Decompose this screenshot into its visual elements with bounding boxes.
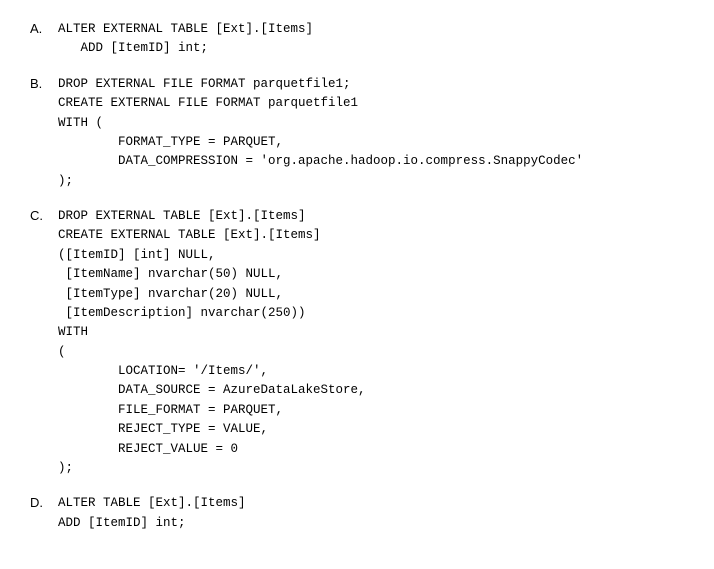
- code-line: DROP EXTERNAL FILE FORMAT parquetfile1;: [58, 75, 684, 94]
- code-line: (: [58, 343, 684, 362]
- code-line: LOCATION= '/Items/',: [58, 362, 684, 381]
- code-line: [ItemDescription] nvarchar(250)): [58, 304, 684, 323]
- code-line: ADD [ItemID] int;: [58, 39, 684, 58]
- option-letter-0: A.: [30, 20, 58, 36]
- code-line: );: [58, 459, 684, 478]
- code-line: REJECT_TYPE = VALUE,: [58, 420, 684, 439]
- code-line: WITH (: [58, 114, 684, 133]
- option-block-b: B.DROP EXTERNAL FILE FORMAT parquetfile1…: [30, 75, 684, 191]
- code-line: CREATE EXTERNAL FILE FORMAT parquetfile1: [58, 94, 684, 113]
- option-block-c: C.DROP EXTERNAL TABLE [Ext].[Items]CREAT…: [30, 207, 684, 478]
- code-line: WITH: [58, 323, 684, 342]
- options-container: A.ALTER EXTERNAL TABLE [Ext].[Items] ADD…: [30, 20, 684, 533]
- code-line: FILE_FORMAT = PARQUET,: [58, 401, 684, 420]
- code-line: FORMAT_TYPE = PARQUET,: [58, 133, 684, 152]
- option-block-d: D.ALTER TABLE [Ext].[Items]ADD [ItemID] …: [30, 494, 684, 533]
- option-content-1: DROP EXTERNAL FILE FORMAT parquetfile1;C…: [58, 75, 684, 191]
- option-content-3: ALTER TABLE [Ext].[Items]ADD [ItemID] in…: [58, 494, 684, 533]
- code-line: ALTER TABLE [Ext].[Items]: [58, 494, 684, 513]
- code-line: );: [58, 172, 684, 191]
- code-line: DROP EXTERNAL TABLE [Ext].[Items]: [58, 207, 684, 226]
- option-letter-3: D.: [30, 494, 58, 510]
- code-line: ([ItemID] [int] NULL,: [58, 246, 684, 265]
- code-line: REJECT_VALUE = 0: [58, 440, 684, 459]
- option-letter-2: C.: [30, 207, 58, 223]
- code-line: [ItemName] nvarchar(50) NULL,: [58, 265, 684, 284]
- option-content-2: DROP EXTERNAL TABLE [Ext].[Items]CREATE …: [58, 207, 684, 478]
- option-block-a: A.ALTER EXTERNAL TABLE [Ext].[Items] ADD…: [30, 20, 684, 59]
- code-line: DATA_SOURCE = AzureDataLakeStore,: [58, 381, 684, 400]
- code-line: [ItemType] nvarchar(20) NULL,: [58, 285, 684, 304]
- code-line: ADD [ItemID] int;: [58, 514, 684, 533]
- code-line: CREATE EXTERNAL TABLE [Ext].[Items]: [58, 226, 684, 245]
- code-line: ALTER EXTERNAL TABLE [Ext].[Items]: [58, 20, 684, 39]
- option-content-0: ALTER EXTERNAL TABLE [Ext].[Items] ADD […: [58, 20, 684, 59]
- code-line: DATA_COMPRESSION = 'org.apache.hadoop.io…: [58, 152, 684, 171]
- option-letter-1: B.: [30, 75, 58, 91]
